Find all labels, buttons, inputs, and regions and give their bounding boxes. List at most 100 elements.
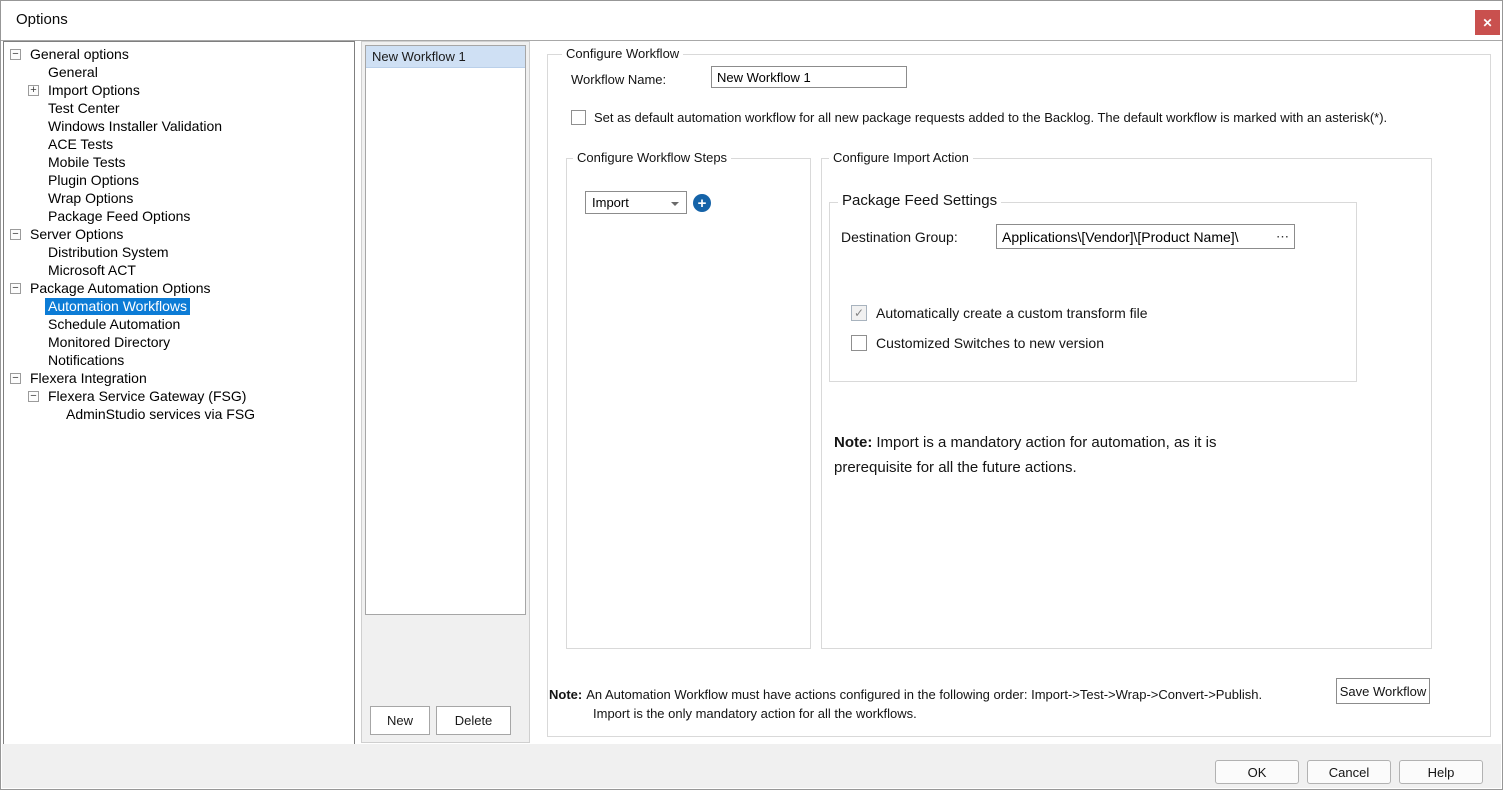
close-icon: ✕	[1482, 16, 1492, 30]
tree-item-label[interactable]: General options	[27, 46, 132, 63]
tree-item[interactable]: Distribution System	[4, 243, 354, 261]
new-workflow-button[interactable]: New	[370, 706, 430, 735]
options-tree: −General optionsGeneral+Import OptionsTe…	[3, 41, 355, 745]
tree-item-label[interactable]: Schedule Automation	[45, 316, 183, 333]
workflow-list-item[interactable]: New Workflow 1	[366, 46, 525, 68]
tree-item[interactable]: Windows Installer Validation	[4, 117, 354, 135]
checkbox-checked[interactable]: ✓	[851, 305, 867, 321]
tree-indent-spacer	[46, 409, 57, 420]
tree-item[interactable]: −General options	[4, 45, 354, 63]
tree-item-label[interactable]: General	[45, 64, 101, 81]
help-button[interactable]: Help	[1399, 760, 1483, 784]
package-feed-settings-group: Package Feed Settings Destination Group:…	[829, 202, 1357, 382]
checkbox-row: Customized Switches to new version	[851, 328, 1148, 358]
tree-item-label[interactable]: Import Options	[45, 82, 143, 99]
tree-item[interactable]: −Server Options	[4, 225, 354, 243]
tree-item[interactable]: Notifications	[4, 351, 354, 369]
workflow-order-note-line1: Note:An Automation Workflow must have ac…	[549, 687, 1262, 702]
tree-item[interactable]: Monitored Directory	[4, 333, 354, 351]
destination-group-value: Applications\[Vendor]\[Product Name]\	[1002, 229, 1273, 245]
tree-item-label[interactable]: Package Automation Options	[27, 280, 214, 297]
collapse-icon[interactable]: −	[10, 229, 21, 240]
destination-group-label: Destination Group:	[841, 229, 958, 245]
collapse-icon[interactable]: −	[10, 373, 21, 384]
destination-group-input[interactable]: Applications\[Vendor]\[Product Name]\ ⋯	[996, 224, 1295, 249]
tree-item-label[interactable]: Server Options	[27, 226, 126, 243]
import-action-group-title: Configure Import Action	[829, 150, 973, 165]
tree-item[interactable]: + Import Options	[4, 81, 354, 99]
tree-item[interactable]: Mobile Tests	[4, 153, 354, 171]
tree-item-label[interactable]: Windows Installer Validation	[45, 118, 225, 135]
workflow-name-label: Workflow Name:	[571, 72, 666, 87]
tree-item-label[interactable]: Distribution System	[45, 244, 172, 261]
collapse-icon[interactable]: −	[28, 391, 39, 402]
workflow-name-input[interactable]	[711, 66, 907, 88]
save-workflow-button[interactable]: Save Workflow	[1336, 678, 1430, 704]
package-feed-checkboxes: ✓ Automatically create a custom transform…	[851, 298, 1148, 358]
tree-indent-spacer	[28, 301, 39, 312]
tree-item[interactable]: Test Center	[4, 99, 354, 117]
tree-item-label[interactable]: Plugin Options	[45, 172, 142, 189]
tree-item[interactable]: −Flexera Service Gateway (FSG)	[4, 387, 354, 405]
checkbox-unchecked[interactable]	[851, 335, 867, 351]
checkbox-label: Automatically create a custom transform …	[876, 305, 1148, 321]
close-button[interactable]: ✕	[1475, 10, 1500, 35]
options-dialog: Options ✕ −General optionsGeneral+Import…	[0, 0, 1503, 790]
checkbox-row: ✓ Automatically create a custom transform…	[851, 298, 1148, 328]
ok-button[interactable]: OK	[1215, 760, 1299, 784]
default-workflow-checkbox[interactable]	[571, 110, 586, 125]
tree-item[interactable]: Schedule Automation	[4, 315, 354, 333]
tree-indent-spacer	[28, 175, 39, 186]
tree-item-label[interactable]: ACE Tests	[45, 136, 116, 153]
tree-indent-spacer	[28, 265, 39, 276]
tree-item[interactable]: General	[4, 63, 354, 81]
tree-item-label[interactable]: Microsoft ACT	[45, 262, 139, 279]
checkbox-label: Customized Switches to new version	[876, 335, 1104, 351]
tree-item-label[interactable]: Package Feed Options	[45, 208, 193, 225]
tree-item[interactable]: Automation Workflows	[4, 297, 354, 315]
workflow-order-note-line2: Import is the only mandatory action for …	[593, 706, 917, 721]
tree-indent-spacer	[28, 157, 39, 168]
tree-item-label[interactable]: Flexera Integration	[27, 370, 150, 387]
import-mandatory-note: Note:Import is a mandatory action for au…	[834, 430, 1262, 480]
tree-item[interactable]: ACE Tests	[4, 135, 354, 153]
tree-item[interactable]: −Package Automation Options	[4, 279, 354, 297]
tree-item[interactable]: AdminStudio services via FSG	[4, 405, 354, 423]
chevron-down-icon	[671, 202, 679, 206]
collapse-icon[interactable]: −	[10, 283, 21, 294]
cancel-button[interactable]: Cancel	[1307, 760, 1391, 784]
tree-item-label[interactable]: Mobile Tests	[45, 154, 129, 171]
tree-item[interactable]: Microsoft ACT	[4, 261, 354, 279]
default-workflow-checkbox-label: Set as default automation workflow for a…	[594, 110, 1387, 125]
tree-indent-spacer	[28, 355, 39, 366]
tree-item-label[interactable]: Flexera Service Gateway (FSG)	[45, 388, 249, 405]
workflow-list-panel: New Workflow 1 New Delete	[361, 41, 530, 743]
workflow-list: New Workflow 1	[365, 45, 526, 615]
tree-indent-spacer	[28, 247, 39, 258]
tree-item[interactable]: Plugin Options	[4, 171, 354, 189]
tree-item-label[interactable]: Wrap Options	[45, 190, 136, 207]
note-label: Note:	[549, 687, 582, 702]
tree-item-label[interactable]: AdminStudio services via FSG	[63, 406, 258, 423]
tree-item[interactable]: Package Feed Options	[4, 207, 354, 225]
note-text: Import is a mandatory action for automat…	[834, 434, 1216, 476]
tree-item-label[interactable]: Notifications	[45, 352, 127, 369]
collapse-icon[interactable]: −	[10, 49, 21, 60]
tree-indent-spacer	[28, 337, 39, 348]
add-step-button[interactable]: +	[693, 194, 711, 212]
tree-indent-spacer	[28, 193, 39, 204]
tree-item-label[interactable]: Automation Workflows	[45, 298, 190, 315]
workflow-step-value: Import	[592, 195, 629, 210]
browse-ellipsis-icon[interactable]: ⋯	[1273, 229, 1289, 245]
expand-icon[interactable]: +	[28, 85, 39, 96]
delete-workflow-button[interactable]: Delete	[436, 706, 511, 735]
tree-indent-spacer	[28, 103, 39, 114]
note-label: Note:	[834, 434, 872, 451]
workflow-step-dropdown[interactable]: Import	[585, 191, 687, 214]
configure-workflow-group-title: Configure Workflow	[562, 46, 683, 61]
tree-item-label[interactable]: Monitored Directory	[45, 334, 173, 351]
tree-indent-spacer	[28, 121, 39, 132]
tree-item[interactable]: −Flexera Integration	[4, 369, 354, 387]
tree-item-label[interactable]: Test Center	[45, 100, 123, 117]
tree-item[interactable]: Wrap Options	[4, 189, 354, 207]
